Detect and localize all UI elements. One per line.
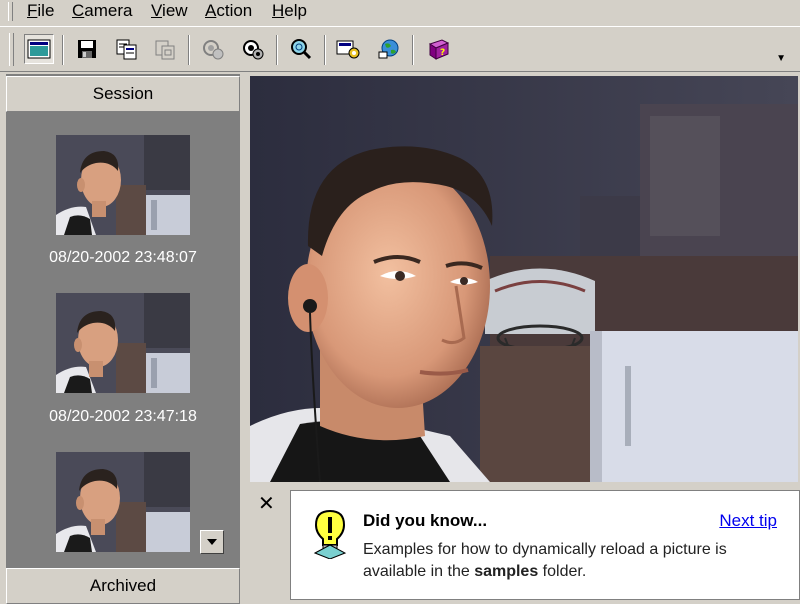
save-icon	[78, 40, 96, 58]
preview-icon	[27, 39, 51, 59]
menu-bar: File Camera View Action Help	[0, 0, 800, 24]
camera-button[interactable]	[238, 34, 268, 64]
camera-preview-image[interactable]	[250, 76, 798, 482]
copy-button[interactable]	[112, 34, 142, 64]
help-button[interactable]: ?	[424, 34, 454, 64]
paste-icon	[155, 40, 175, 60]
thumbnail-timestamp: 08/20-2002 23:47:18	[49, 408, 197, 425]
camera-disabled-icon	[203, 40, 224, 60]
session-header[interactable]: Session	[6, 76, 240, 112]
camera-disabled-button[interactable]	[198, 34, 228, 64]
toolbar-separator	[276, 35, 278, 65]
thumbnail-timestamp: 08/20-2002 23:48:07	[49, 249, 197, 266]
archived-header[interactable]: Archived	[6, 568, 240, 604]
tip-panel: ✕ Did you know... Next tip Examples for …	[248, 486, 800, 600]
settings-button[interactable]	[334, 34, 364, 64]
thumbnail-photo-icon	[56, 293, 190, 393]
search-button[interactable]	[286, 34, 316, 64]
svg-text:?: ?	[440, 48, 445, 58]
toolbar-grip[interactable]	[9, 33, 14, 66]
webcam-photo-icon	[250, 76, 798, 482]
toolbar: ? ▼	[0, 26, 800, 72]
menu-help[interactable]: Help	[272, 1, 307, 21]
thumbnail-pane: Session 08/20-2002 23:48:07 08/20-2002 2…	[6, 74, 240, 604]
web-publish-button[interactable]	[374, 34, 404, 64]
menu-grip[interactable]	[8, 2, 13, 21]
preview-button[interactable]	[24, 34, 54, 64]
toolbar-separator	[188, 35, 190, 65]
search-icon	[291, 39, 312, 60]
paste-button[interactable]	[150, 34, 180, 64]
menu-file[interactable]: File	[27, 1, 54, 21]
menu-action[interactable]: Action	[205, 1, 252, 21]
menu-camera[interactable]: Camera	[72, 1, 132, 21]
toolbar-separator	[324, 35, 326, 65]
menu-view[interactable]: View	[151, 1, 188, 21]
lightbulb-icon	[313, 509, 347, 559]
tip-text-bold: samples	[474, 563, 539, 580]
save-button[interactable]	[72, 34, 102, 64]
toolbar-separator	[62, 35, 64, 65]
next-tip-link[interactable]: Next tip	[719, 511, 777, 531]
help-book-icon: ?	[428, 39, 450, 60]
thumbnail-image[interactable]	[56, 293, 190, 393]
tip-box: Did you know... Next tip Examples for ho…	[290, 490, 800, 600]
toolbar-separator	[412, 35, 414, 65]
tip-text: Examples for how to dynamically reload a…	[363, 539, 793, 583]
thumbnail-photo-icon	[56, 452, 190, 552]
thumbnail-photo-icon	[56, 135, 190, 235]
camera-icon	[243, 40, 264, 60]
close-icon[interactable]: ✕	[258, 494, 275, 514]
copy-icon	[116, 39, 137, 60]
thumbnail-scroll-down-button[interactable]	[200, 530, 224, 554]
thumbnail-image[interactable]	[56, 135, 190, 235]
toolbar-overflow-chevron-icon[interactable]: ▼	[776, 53, 786, 64]
web-publish-icon	[378, 39, 399, 59]
chevron-down-icon	[207, 539, 217, 545]
tip-text-part: folder.	[538, 563, 587, 580]
tip-title: Did you know...	[363, 511, 488, 530]
settings-icon	[336, 40, 360, 59]
thumbnail-image[interactable]	[56, 452, 190, 552]
